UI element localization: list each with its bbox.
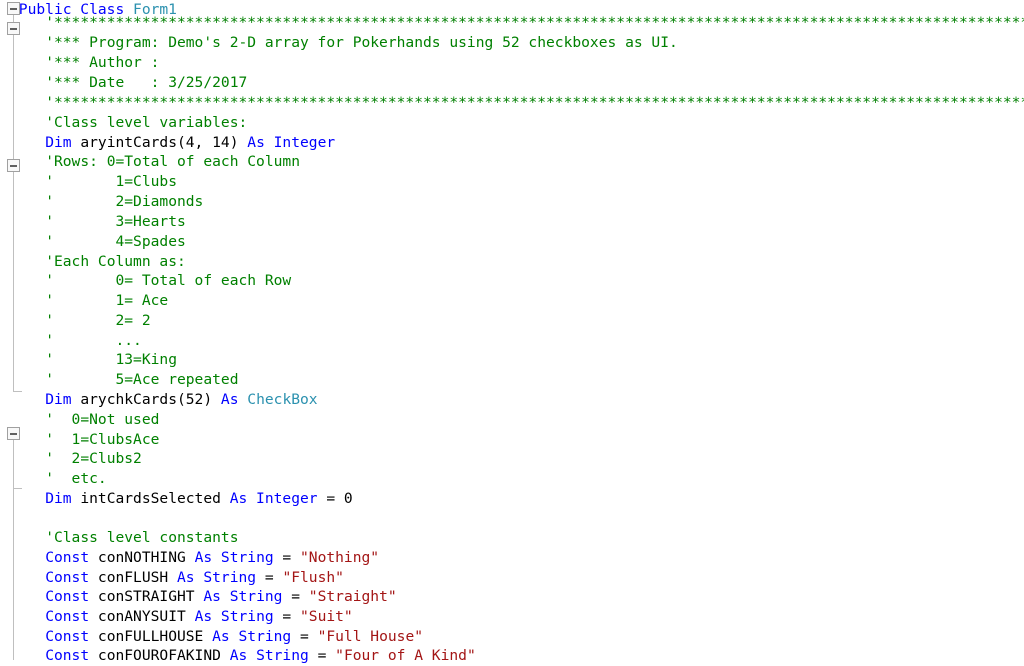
code-token-cmt: ' 2=Clubs2 [45,450,142,467]
code-line[interactable]: ' 13=King [45,350,177,370]
code-token-kw: Const [45,569,90,586]
code-line[interactable]: Dim aryintCards(4, 14) As Integer [45,133,335,153]
code-line[interactable]: ' etc. [45,469,107,489]
code-token-kw: As String [203,588,283,605]
code-token-cmt: 'Rows: 0=Total of each Column [45,153,300,170]
code-token-cmt: ' etc. [45,470,107,487]
code-line[interactable]: ' 2=Diamonds [45,192,203,212]
code-line[interactable]: Const conSTRAIGHT As String = "Straight" [45,587,396,607]
code-token-pln: arychkCards(52) [71,391,221,408]
code-token-kw: As String [177,569,257,586]
code-line[interactable]: ' 0= Total of each Row [45,271,291,291]
code-line[interactable]: '*** Author : [45,53,159,73]
code-token-cmt: ' 3=Hearts [45,213,186,230]
code-token-kw: As String [194,608,274,625]
code-token-cmt: '*** Date : 3/25/2017 [45,74,248,91]
code-token-pln: = [282,588,309,605]
code-line[interactable]: ' ... [45,331,142,351]
code-token-str: "Flush" [282,569,344,586]
code-line[interactable]: ' 2=Clubs2 [45,449,142,469]
code-token-kw: As Integer [229,490,318,507]
code-token-cmt: 'Each Column as: [45,253,186,270]
code-line[interactable]: ' 5=Ace repeated [45,370,238,390]
code-token-str: "Four of A Kind" [335,647,476,664]
code-line[interactable]: ' 1=Clubs [45,172,177,192]
code-token-kw: Const [45,608,90,625]
code-token-kw: Const [45,628,90,645]
code-token-kw: Dim [45,490,72,507]
code-token-pln: = 0 [317,490,353,507]
code-token-str: "Straight" [308,588,397,605]
code-token-kw: Const [45,647,90,664]
code-line[interactable]: '*** Program: Demo's 2-D array for Poker… [45,33,678,53]
code-token-kw: As String [229,647,309,664]
code-token-typ: CheckBox [247,391,318,408]
code-line[interactable]: Dim arychkCards(52) As CheckBox [45,390,317,410]
code-token-str: "Nothing" [300,549,380,566]
code-line[interactable]: Const conFULLHOUSE As String = "Full Hou… [45,627,423,647]
code-token-kw: Const [45,588,90,605]
code-line[interactable]: ' 4=Spades [45,232,186,252]
code-token-pln: = [308,647,336,664]
code-token-cmt: 'Class level constants [45,529,239,546]
code-token-pln: = [273,549,300,566]
code-token-cmt: ' 2=Diamonds [45,193,204,210]
code-token-cmt: '*** Program: Demo's 2-D array for Poker… [45,34,678,51]
code-token-pln: aryintCards(4, 14) [71,134,248,151]
code-editor-surface[interactable]: Public Class Form1 '*********************… [0,0,1024,664]
code-token-cmt: ' 13=King [45,351,177,368]
code-line[interactable]: ' 0=Not used [45,410,159,430]
code-token-str: "Suit" [300,608,353,625]
code-line[interactable]: Const conFLUSH As String = "Flush" [45,568,344,588]
code-text-area[interactable]: Public Class Form1 '*********************… [0,0,1024,664]
code-token-cmt: ' 0=Not used [45,411,160,428]
code-token-cmt: ' ... [45,332,142,349]
code-token-str: "Full House" [317,628,424,645]
code-token-pln: intCardsSelected [71,490,230,507]
code-line[interactable]: ' 3=Hearts [45,212,186,232]
code-token-pln: conFULLHOUSE [89,628,213,645]
code-token-pln: = [256,569,283,586]
code-token-kw: As String [194,549,274,566]
code-token-cmt: ' 1=ClubsAce [45,431,160,448]
code-token-pln [239,391,248,408]
code-token-kw: As [220,391,239,408]
code-token-cmt: '*** Author : [45,54,160,71]
code-token-cmt: ' 2= 2 [45,312,151,329]
code-token-cmt: '***************************************… [45,94,1024,111]
code-token-kw: As Integer [247,134,336,151]
code-line[interactable]: ' 2= 2 [45,311,150,331]
code-token-cmt: ' 1= Ace [45,292,169,309]
code-token-cmt: '***************************************… [45,14,1024,31]
code-token-pln: conSTRAIGHT [89,588,204,605]
code-token-pln: conANYSUIT [89,608,195,625]
code-line[interactable]: 'Each Column as: [45,252,186,272]
code-line[interactable]: '***************************************… [45,13,1024,33]
code-token-cmt: 'Class level variables: [45,114,248,131]
code-line[interactable]: Dim intCardsSelected As Integer = 0 [45,489,353,509]
code-line[interactable]: 'Class level constants [45,528,238,548]
code-line[interactable]: ' 1= Ace [45,291,168,311]
code-token-cmt: ' 4=Spades [45,233,186,250]
code-token-cmt: ' 1=Clubs [45,173,177,190]
code-token-kw: As String [212,628,292,645]
code-token-pln: = [291,628,318,645]
code-line[interactable]: 'Class level variables: [45,113,247,133]
code-token-kw: Dim [45,134,72,151]
code-line[interactable]: Const conFOUROFAKIND As String = "Four o… [45,646,476,666]
code-token-pln: conFLUSH [89,569,177,586]
code-token-cmt: ' 0= Total of each Row [45,272,292,289]
code-token-kw: Dim [45,391,72,408]
code-token-kw: Const [45,549,90,566]
code-line[interactable]: ' 1=ClubsAce [45,430,159,450]
code-line[interactable]: '*** Date : 3/25/2017 [45,73,247,93]
code-line[interactable]: Const conNOTHING As String = "Nothing" [45,548,379,568]
code-token-pln: conNOTHING [89,549,195,566]
code-line[interactable]: '***************************************… [45,93,1024,113]
code-line[interactable]: 'Rows: 0=Total of each Column [45,152,300,172]
code-token-pln: conFOUROFAKIND [89,647,230,664]
code-line[interactable]: Const conANYSUIT As String = "Suit" [45,607,353,627]
code-token-cmt: ' 5=Ace repeated [45,371,239,388]
code-token-pln: = [273,608,300,625]
